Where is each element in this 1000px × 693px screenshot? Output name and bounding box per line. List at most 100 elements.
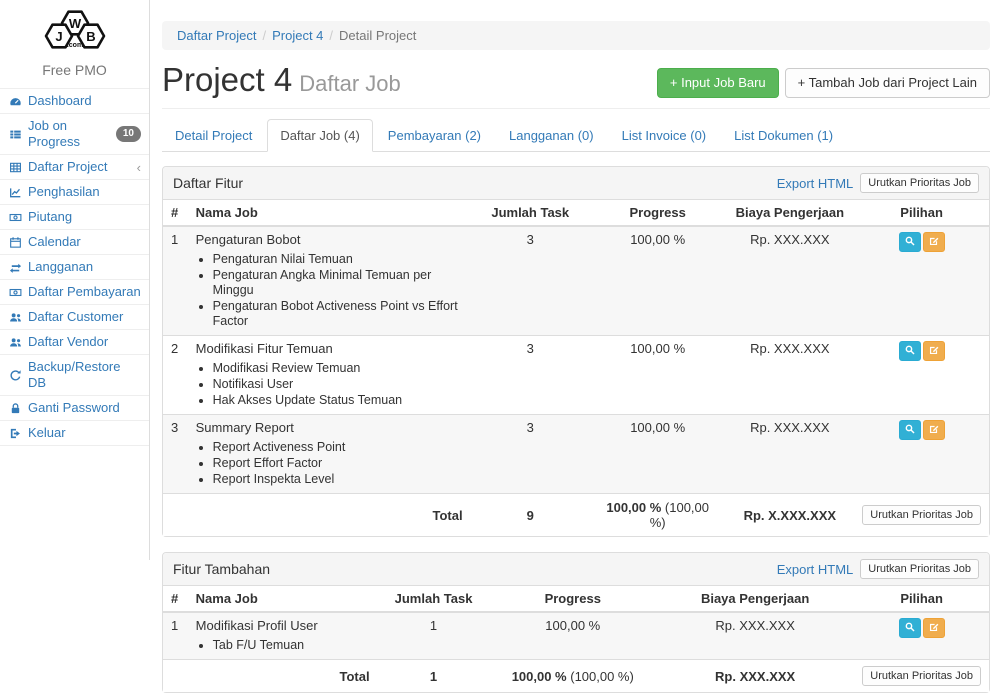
sidebar-menu-row: Daftar Vendor: [0, 330, 149, 355]
urutkan-prioritas-job-button[interactable]: Urutkan Prioritas Job: [862, 666, 981, 686]
calendar-icon: [8, 235, 22, 249]
tab-pembayaran-2: Pembayaran (2): [375, 119, 494, 152]
sidebar-item-label: Penghasilan: [28, 184, 100, 200]
export-html-link[interactable]: Export HTML: [777, 176, 854, 191]
urutkan-prioritas-job-button[interactable]: Urutkan Prioritas Job: [860, 559, 979, 579]
sidebar-item-label: Dashboard: [28, 93, 92, 109]
tab-list-invoice-0: List Invoice (0): [609, 119, 720, 152]
input-job-baru-button[interactable]: + Input Job Baru: [657, 68, 779, 98]
panel-heading: Daftar FiturExport HTMLUrutkan Prioritas…: [163, 167, 989, 200]
users-icon: [8, 335, 22, 349]
subtask-item: Hak Akses Update Status Temuan: [213, 393, 463, 408]
view-job-button[interactable]: [899, 618, 921, 638]
tab-detail-project: Detail Project: [162, 119, 265, 152]
breadcrumb-separator: /: [262, 28, 266, 43]
biaya-cell: Rp. XXX.XXX: [725, 415, 854, 494]
edit-job-button[interactable]: [923, 232, 945, 252]
column-header-jumlah-task: Jumlah Task: [378, 586, 490, 612]
column-header-progress: Progress: [490, 586, 657, 612]
sidebar-item-label: Daftar Pembayaran: [28, 284, 141, 300]
panels-container: Daftar FiturExport HTMLUrutkan Prioritas…: [162, 166, 990, 693]
total-label: Total: [188, 494, 471, 537]
subtask-item: Pengaturan Bobot Activeness Point vs Eff…: [213, 299, 463, 329]
tab-link-detail-project[interactable]: Detail Project: [162, 119, 265, 152]
view-job-button[interactable]: [899, 420, 921, 440]
breadcrumb-link-project-4[interactable]: Project 4: [272, 28, 323, 43]
sidebar-item-label: Job on Progress: [28, 118, 110, 150]
total-jumlah-task: 1: [378, 660, 490, 693]
subtask-list: Modifikasi Review TemuanNotifikasi UserH…: [196, 361, 463, 408]
tab-bar: Detail ProjectDaftar Job (4)Pembayaran (…: [162, 119, 990, 152]
total-biaya: Rp. X.XXX.XXX: [725, 494, 854, 537]
sidebar-item-daftar-project[interactable]: Daftar Project‹: [0, 155, 149, 179]
subtask-item: Report Effort Factor: [213, 456, 463, 471]
sidebar-item-piutang[interactable]: Piutang: [0, 205, 149, 229]
job-name-cell: Pengaturan BobotPengaturan Nilai TemuanP…: [188, 226, 471, 336]
job-title: Modifikasi Fitur Temuan: [196, 341, 463, 357]
money-icon: [8, 285, 22, 299]
sidebar-item-daftar-vendor[interactable]: Daftar Vendor: [0, 330, 149, 354]
column-header-jumlah-task: Jumlah Task: [471, 200, 590, 226]
table-row: 1Pengaturan BobotPengaturan Nilai Temuan…: [163, 226, 989, 336]
tab-langganan-0: Langganan (0): [496, 119, 607, 152]
job-title: Summary Report: [196, 420, 463, 436]
sidebar-item-daftar-customer[interactable]: Daftar Customer: [0, 305, 149, 329]
panel-heading: Fitur TambahanExport HTMLUrutkan Priorit…: [163, 553, 989, 586]
job-name-cell: Modifikasi Profil UserTab F/U Temuan: [188, 612, 378, 660]
tab-link-langganan-0[interactable]: Langganan (0): [496, 119, 607, 152]
column-header-progress: Progress: [590, 200, 725, 226]
row-number: 3: [163, 415, 188, 494]
chevron-left-icon: ‹: [137, 161, 141, 174]
row-number: 1: [163, 612, 188, 660]
column-header-nama-job: Nama Job: [188, 586, 378, 612]
svg-text:W: W: [68, 16, 81, 31]
edit-job-button[interactable]: [923, 341, 945, 361]
edit-icon: [928, 621, 940, 636]
tab-link-pembayaran-2[interactable]: Pembayaran (2): [375, 119, 494, 152]
sidebar-item-calendar[interactable]: Calendar: [0, 230, 149, 254]
urutkan-prioritas-job-button[interactable]: Urutkan Prioritas Job: [862, 505, 981, 525]
view-job-button[interactable]: [899, 341, 921, 361]
sidebar-item-ganti-password[interactable]: Ganti Password: [0, 396, 149, 420]
panel-tools: Export HTML Urutkan Prioritas Job: [777, 559, 979, 579]
edit-job-button[interactable]: [923, 420, 945, 440]
tab-link-daftar-job-4[interactable]: Daftar Job (4): [267, 119, 372, 152]
total-jumlah-task: 9: [471, 494, 590, 537]
view-job-button[interactable]: [899, 232, 921, 252]
sidebar-item-penghasilan[interactable]: Penghasilan: [0, 180, 149, 204]
total-pilihan-cell: Urutkan Prioritas Job: [854, 494, 989, 537]
sidebar-menu-row: Piutang: [0, 205, 149, 230]
panel-tools: Export HTML Urutkan Prioritas Job: [777, 173, 979, 193]
sidebar-item-job-on-progress[interactable]: Job on Progress10: [0, 114, 149, 154]
tambah-job-dari-project-lain-button[interactable]: + Tambah Job dari Project Lain: [785, 68, 990, 98]
sidebar-item-daftar-pembayaran[interactable]: Daftar Pembayaran: [0, 280, 149, 304]
sidebar-item-backup-restore-db[interactable]: Backup/Restore DB: [0, 355, 149, 395]
jumlah-task-cell: 1: [378, 612, 490, 660]
sidebar-item-dashboard[interactable]: Dashboard: [0, 89, 149, 113]
app-logo: W J B .com: [0, 0, 149, 60]
subtask-list: Report Activeness PointReport Effort Fac…: [196, 440, 463, 487]
progress-cell: 100,00 %: [490, 612, 657, 660]
sidebar-item-keluar[interactable]: Keluar: [0, 421, 149, 445]
total-row: Total1100,00 % (100,00 %)Rp. XXX.XXXUrut…: [163, 660, 989, 693]
sidebar-item-label: Calendar: [28, 234, 81, 250]
breadcrumb-link-daftar-project[interactable]: Daftar Project: [177, 28, 256, 43]
edit-job-button[interactable]: [923, 618, 945, 638]
search-icon: [904, 621, 916, 636]
sidebar-menu-row: Calendar: [0, 230, 149, 255]
column-header-nama-job: Nama Job: [188, 200, 471, 226]
edit-icon: [928, 235, 940, 250]
sidebar-item-langganan[interactable]: Langganan: [0, 255, 149, 279]
total-progress: 100,00 % (100,00 %): [590, 494, 725, 537]
subtask-item: Pengaturan Angka Minimal Temuan per Ming…: [213, 268, 463, 298]
project-name: Project 4: [162, 61, 292, 98]
breadcrumb-item-daftar-project: Daftar Project: [177, 28, 256, 43]
tab-link-list-invoice-0[interactable]: List Invoice (0): [609, 119, 720, 152]
export-html-link[interactable]: Export HTML: [777, 562, 854, 577]
urutkan-prioritas-job-button[interactable]: Urutkan Prioritas Job: [860, 173, 979, 193]
biaya-cell: Rp. XXX.XXX: [656, 612, 854, 660]
tab-link-list-dokumen-1[interactable]: List Dokumen (1): [721, 119, 846, 152]
svg-text:J: J: [55, 29, 62, 44]
table-row: 2Modifikasi Fitur TemuanModifikasi Revie…: [163, 336, 989, 415]
sidebar-item-label: Backup/Restore DB: [28, 359, 141, 391]
